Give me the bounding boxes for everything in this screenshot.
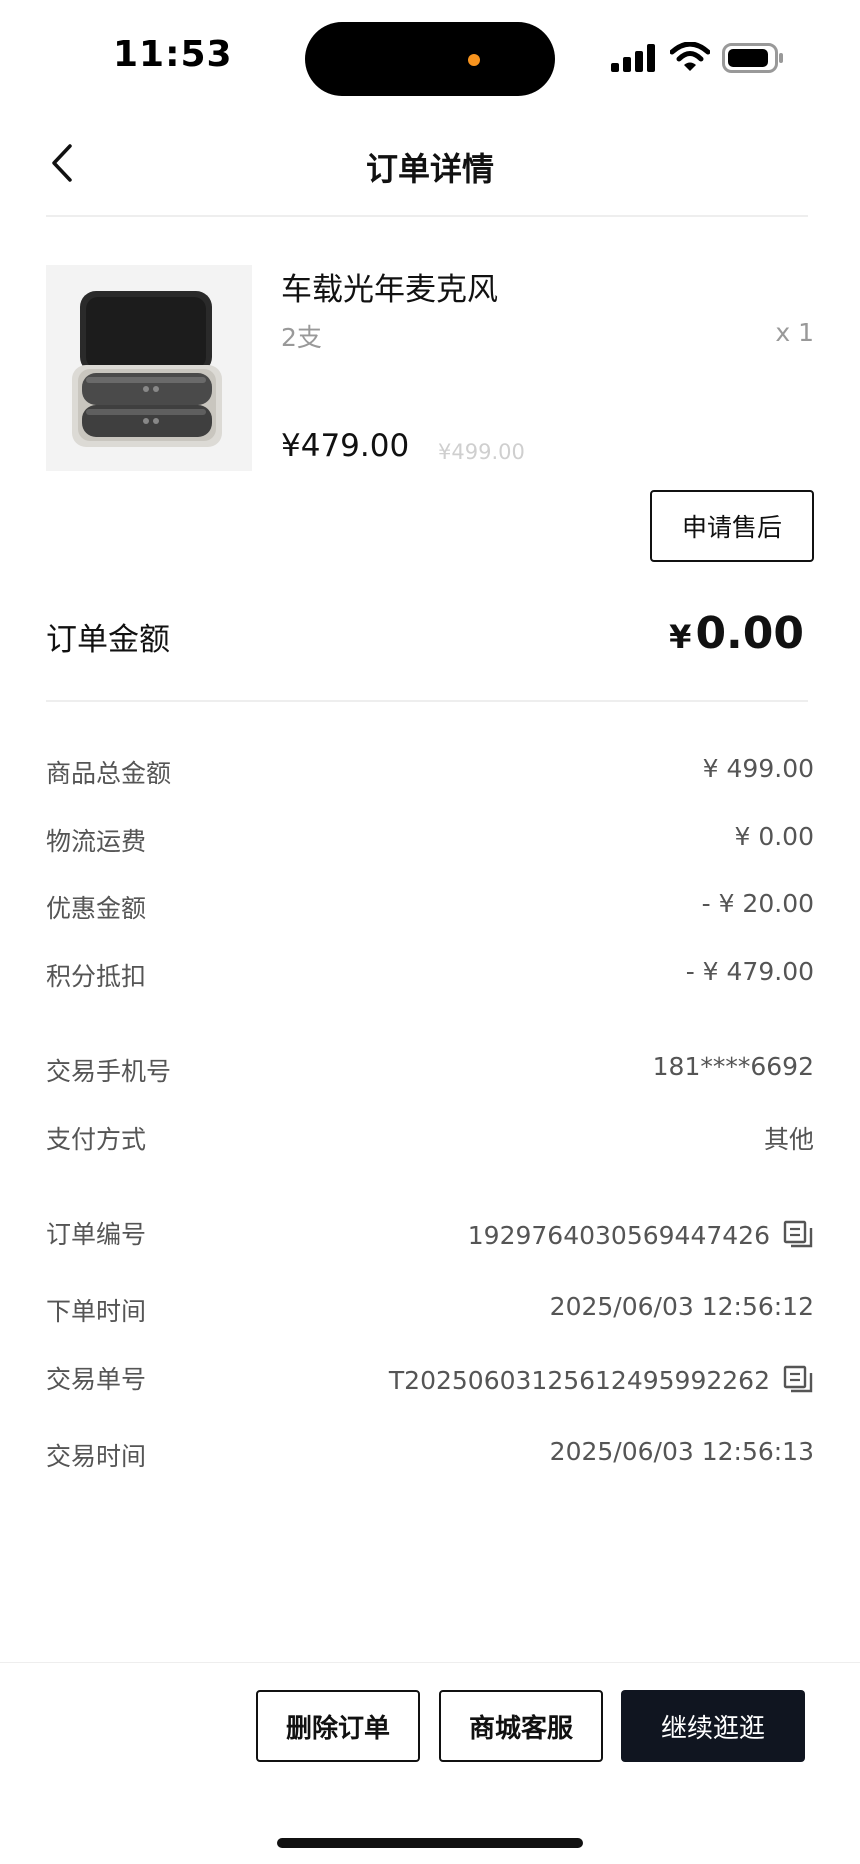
- home-indicator[interactable]: [277, 1838, 583, 1848]
- fee-value: ¥ 0.00: [734, 822, 814, 851]
- copy-icon[interactable]: [782, 1219, 814, 1251]
- fee-label: 优惠金额: [46, 894, 147, 923]
- bottom-bar-divider: [0, 1662, 860, 1663]
- continue-shopping-button[interactable]: 继续逛逛: [621, 1690, 805, 1762]
- order-number-value: 1929764030569447426: [467, 1220, 770, 1250]
- delete-order-button[interactable]: 删除订单: [256, 1690, 420, 1762]
- order-row-transaction-time: 交易时间 2025/06/03 12:56:13: [46, 1437, 814, 1477]
- nav-bar: 订单详情: [0, 110, 860, 216]
- transaction-number-value: T20250603125612495992262: [388, 1365, 770, 1395]
- fee-value: - ¥ 20.00: [701, 889, 814, 918]
- fee-label: 积分抵扣: [46, 962, 147, 991]
- payment-value: 其他: [763, 1125, 814, 1154]
- fee-label: 物流运费: [46, 827, 147, 856]
- payment-row-phone: 交易手机号 181****6692: [46, 1052, 814, 1092]
- copy-icon[interactable]: [782, 1364, 814, 1396]
- fee-row-points: 积分抵扣 - ¥ 479.00: [46, 957, 814, 997]
- fee-row-shipping: 物流运费 ¥ 0.00: [46, 822, 814, 862]
- amount-divider: [46, 700, 808, 702]
- customer-service-button[interactable]: 商城客服: [439, 1690, 603, 1762]
- payment-value: 181****6692: [652, 1052, 814, 1081]
- order-amount-currency: ¥: [669, 618, 692, 656]
- microphone-case-image: [72, 291, 222, 447]
- order-info-label: 订单编号: [46, 1220, 147, 1249]
- page-title: 订单详情: [365, 150, 494, 188]
- order-amount-value: ¥ 0.00: [669, 608, 804, 659]
- order-info-value: 2025/06/03 12:56:12: [549, 1292, 814, 1321]
- nav-divider: [46, 215, 808, 217]
- fee-label: 商品总金额: [46, 759, 172, 788]
- cellular-signal-icon: [611, 44, 655, 72]
- product-spec: 2支: [281, 323, 322, 352]
- fee-row-goods-total: 商品总金额 ¥ 499.00: [46, 754, 814, 794]
- order-info-label: 交易时间: [46, 1442, 147, 1471]
- payment-label: 支付方式: [46, 1125, 147, 1154]
- order-info-label: 下单时间: [46, 1297, 147, 1326]
- product-price: ¥479.00: [281, 428, 410, 464]
- order-amount-label: 订单金额: [46, 622, 170, 658]
- dynamic-island: [305, 22, 555, 96]
- order-row-number: 订单编号 1929764030569447426: [46, 1215, 814, 1255]
- order-info-value-wrap: T20250603125612495992262: [389, 1364, 814, 1396]
- order-row-transaction-number: 交易单号 T20250603125612495992262: [46, 1360, 814, 1400]
- fee-value: ¥ 499.00: [702, 754, 814, 783]
- after-sale-button[interactable]: 申请售后: [650, 490, 814, 562]
- status-time: 11:53: [113, 34, 233, 75]
- order-info-label: 交易单号: [46, 1365, 147, 1394]
- fee-value: - ¥ 479.00: [685, 957, 814, 986]
- product-name[interactable]: 车载光年麦克风: [281, 264, 498, 309]
- product-quantity: x 1: [775, 318, 814, 347]
- order-info-value-wrap: 1929764030569447426: [468, 1219, 814, 1251]
- order-row-placed-time: 下单时间 2025/06/03 12:56:12: [46, 1292, 814, 1332]
- battery-icon: [722, 43, 783, 73]
- fee-row-discount: 优惠金额 - ¥ 20.00: [46, 889, 814, 929]
- payment-label: 交易手机号: [46, 1057, 172, 1086]
- order-amount-number: 0.00: [695, 608, 804, 659]
- product-original-price: ¥499.00: [438, 440, 525, 464]
- order-info-value: 2025/06/03 12:56:13: [549, 1437, 814, 1466]
- product-image[interactable]: [46, 265, 252, 471]
- payment-row-method: 支付方式 其他: [46, 1120, 814, 1160]
- status-bar: 11:53: [0, 0, 860, 110]
- privacy-indicator-dot: [468, 54, 480, 66]
- wifi-icon: [670, 42, 710, 71]
